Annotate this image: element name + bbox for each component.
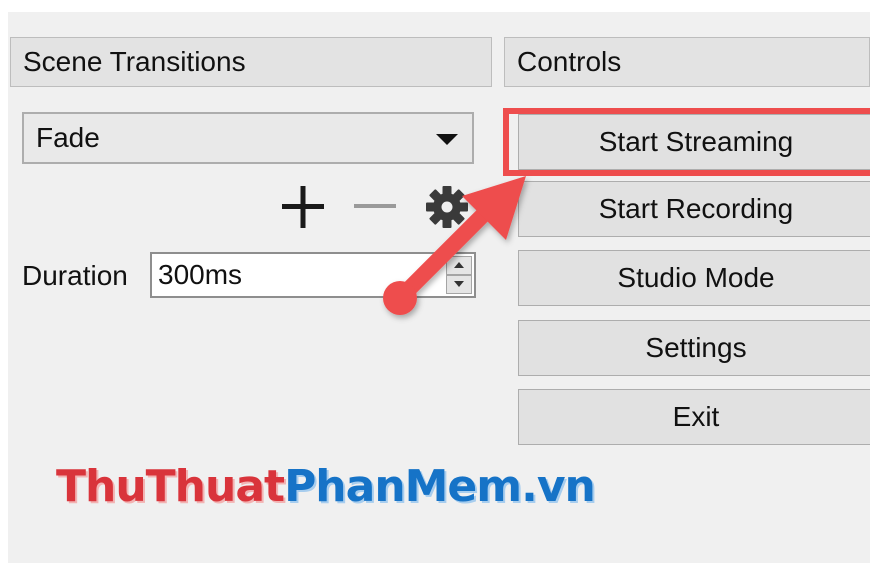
duration-label: Duration (22, 260, 128, 291)
duration-input[interactable]: 300ms (150, 252, 476, 298)
controls-header: Controls (504, 37, 870, 87)
studio-mode-button[interactable]: Studio Mode (518, 250, 870, 306)
bottom-border (0, 563, 870, 571)
highlight-box (503, 108, 870, 176)
gear-icon[interactable] (424, 184, 470, 230)
transition-select-value: Fade (36, 122, 100, 153)
duration-value: 300ms (158, 259, 243, 290)
transition-select[interactable]: Fade (22, 112, 474, 164)
scene-transitions-header: Scene Transitions (10, 37, 492, 87)
chevron-up-icon (454, 262, 464, 268)
watermark-part1: ThuThuat (56, 461, 285, 512)
remove-icon[interactable] (352, 184, 398, 230)
left-border (0, 0, 8, 571)
start-recording-button[interactable]: Start Recording (518, 181, 870, 237)
spin-up-button[interactable] (446, 256, 472, 275)
chevron-down-icon (454, 281, 464, 287)
top-border (0, 0, 870, 12)
dropdown-arrow-icon (436, 134, 458, 145)
watermark-part2: PhanMem.vn (284, 461, 596, 512)
watermark-logo: ThuThuatPhanMem.vn (56, 460, 596, 514)
add-icon[interactable] (280, 184, 326, 230)
obs-panel-stage: Scene Transitions Fade Duration 300ms Co… (0, 0, 870, 571)
settings-button[interactable]: Settings (518, 320, 870, 376)
exit-button[interactable]: Exit (518, 389, 870, 445)
spin-down-button[interactable] (446, 275, 472, 294)
